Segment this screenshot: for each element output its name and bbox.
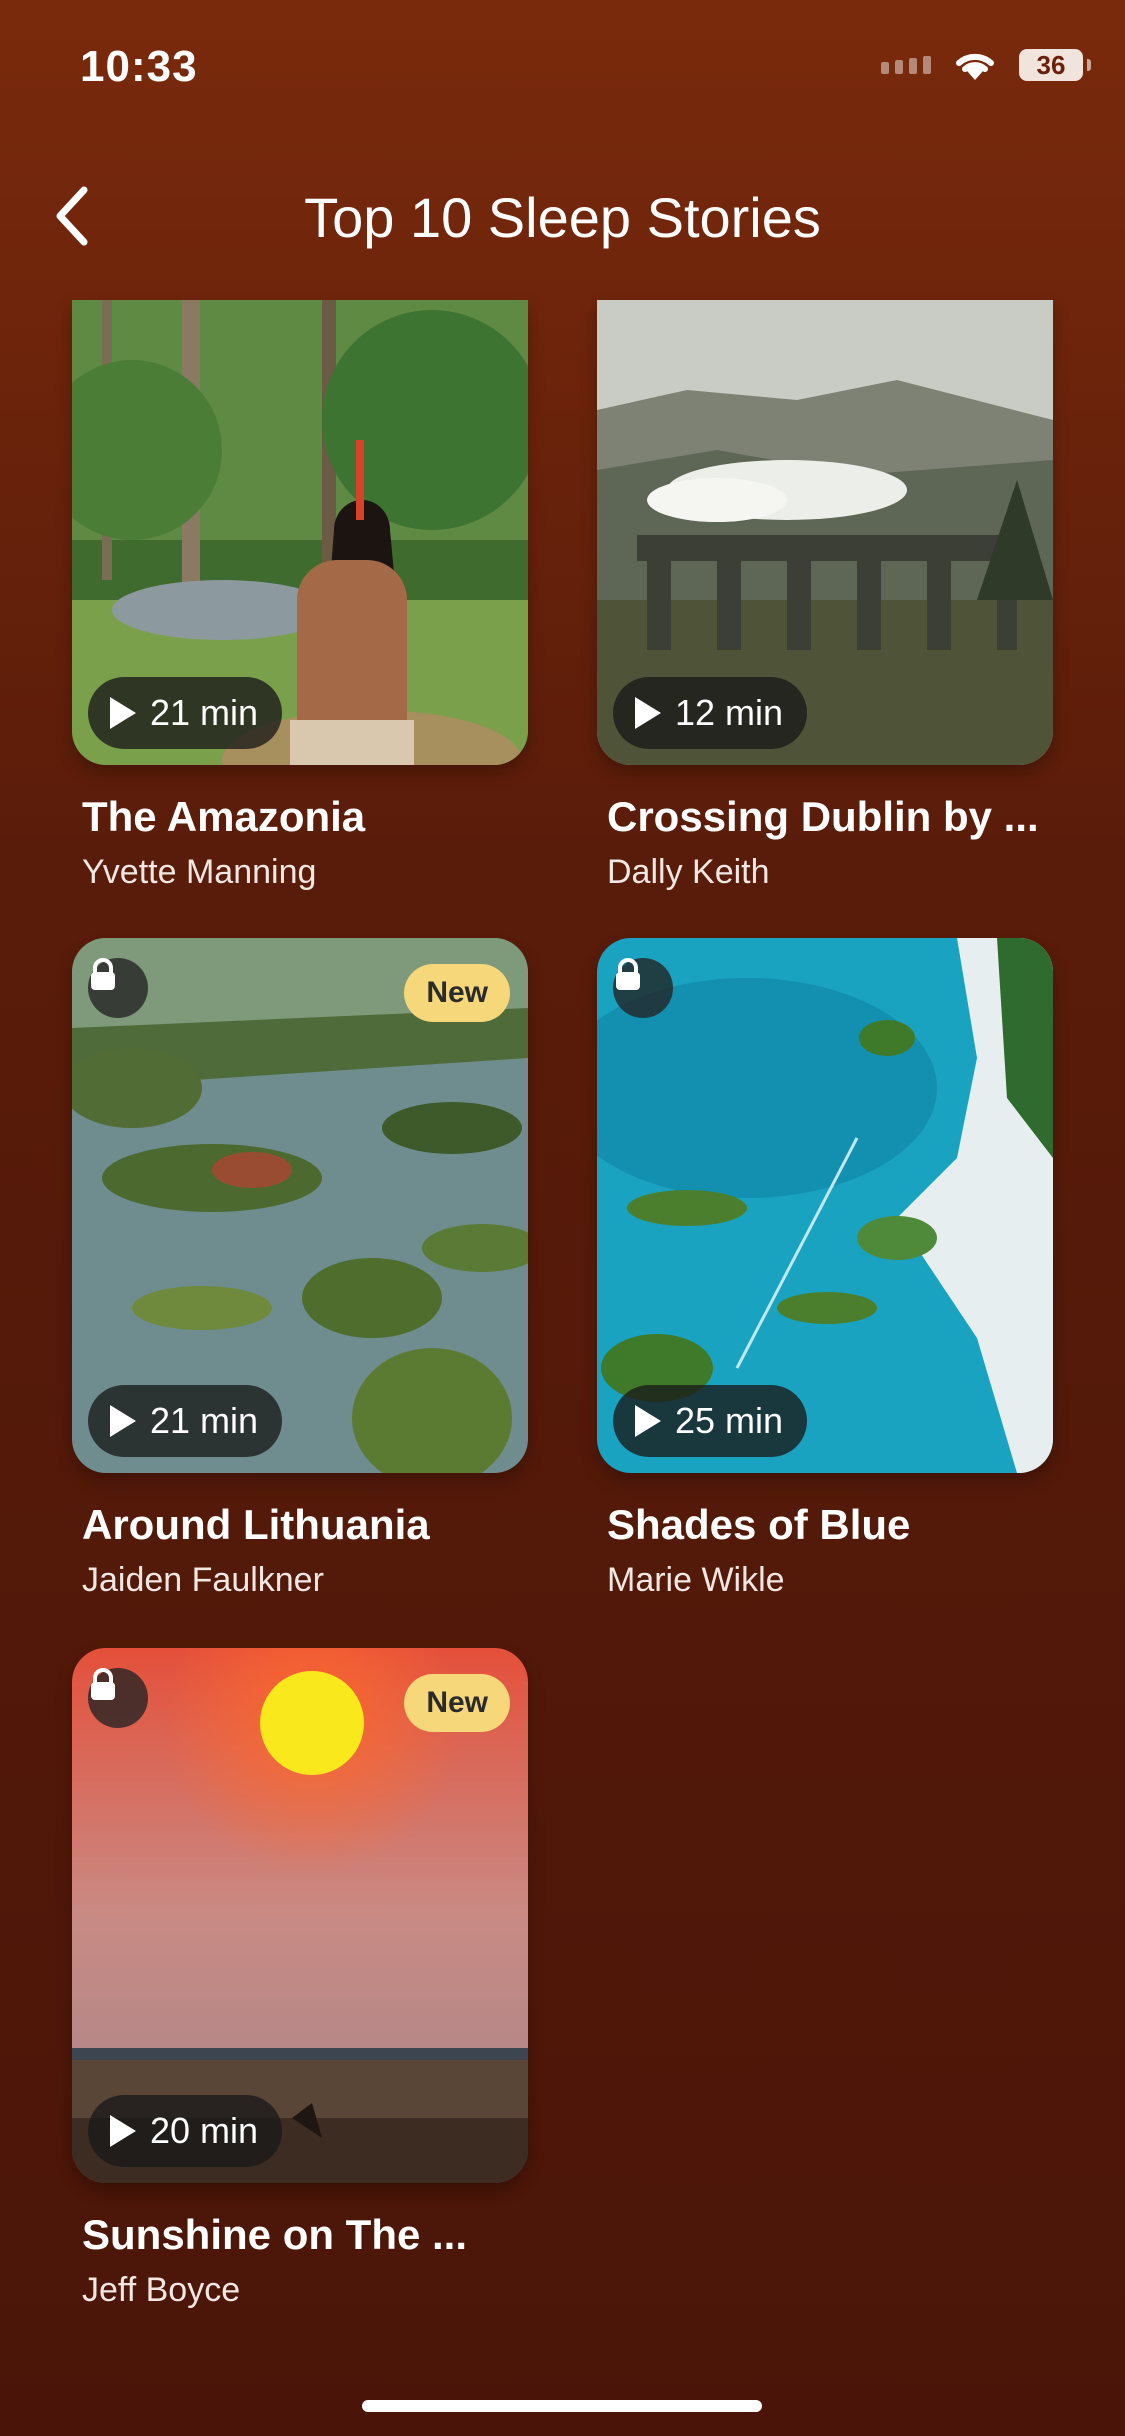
home-indicator (362, 2400, 762, 2412)
page-title: Top 10 Sleep Stories (304, 186, 821, 249)
story-thumbnail[interactable]: New 21 min (72, 938, 528, 1473)
story-title: Crossing Dublin by ... (607, 793, 1039, 840)
duration-pill: 12 min (613, 677, 808, 749)
play-icon (110, 2115, 136, 2147)
play-icon (635, 697, 661, 729)
duration-pill: 21 min (88, 677, 283, 749)
duration-label: 25 min (675, 1400, 784, 1441)
lock-icon (88, 958, 148, 1018)
story-author: Dally Keith (607, 853, 770, 891)
status-icons: 36 (881, 48, 1091, 82)
wifi-icon (956, 53, 994, 80)
duration-pill: 25 min (613, 1385, 808, 1457)
duration-pill: 21 min (88, 1385, 283, 1457)
duration-label: 21 min (150, 692, 259, 733)
story-author: Jeff Boyce (82, 2271, 241, 2309)
play-icon (110, 697, 136, 729)
new-badge: New (404, 1674, 510, 1732)
story-card[interactable]: New 20 min Sunshine on The ... Jeff Boyc… (72, 1648, 528, 2310)
story-title: The Amazonia (82, 793, 366, 840)
story-thumbnail[interactable]: New 20 min (72, 1648, 528, 2183)
story-card[interactable]: 25 min Shades of Blue Marie Wikle (597, 938, 1053, 1600)
duration-pill: 20 min (88, 2095, 283, 2167)
cellular-signal-icon (881, 56, 931, 74)
story-title: Shades of Blue (607, 1501, 911, 1548)
new-badge: New (404, 964, 510, 1022)
duration-label: 20 min (150, 2110, 259, 2151)
story-title: Around Lithuania (82, 1501, 430, 1548)
navigation-bar: Top 10 Sleep Stories (0, 175, 1125, 255)
story-title: Sunshine on The ... (82, 2211, 468, 2258)
story-thumbnail[interactable]: 25 min (597, 938, 1053, 1473)
lock-icon (613, 958, 673, 1018)
story-card[interactable]: 21 min The Amazonia Yvette Manning (72, 300, 528, 892)
story-thumbnail[interactable]: 12 min (597, 300, 1053, 765)
story-thumbnail[interactable]: 21 min (72, 300, 528, 765)
play-icon (110, 1405, 136, 1437)
duration-label: 12 min (675, 692, 784, 733)
story-card[interactable]: 12 min Crossing Dublin by ... Dally Keit… (597, 300, 1053, 892)
story-author: Jaiden Faulkner (82, 1561, 324, 1599)
status-time: 10:33 (80, 42, 198, 91)
play-icon (635, 1405, 661, 1437)
story-author: Marie Wikle (607, 1561, 785, 1599)
duration-label: 21 min (150, 1400, 259, 1441)
battery-icon: 36 (1019, 49, 1091, 81)
story-author: Yvette Manning (82, 853, 317, 891)
story-card[interactable]: New 21 min Around Lithuania Jaiden Faulk… (72, 938, 528, 1600)
lock-icon (88, 1668, 148, 1728)
